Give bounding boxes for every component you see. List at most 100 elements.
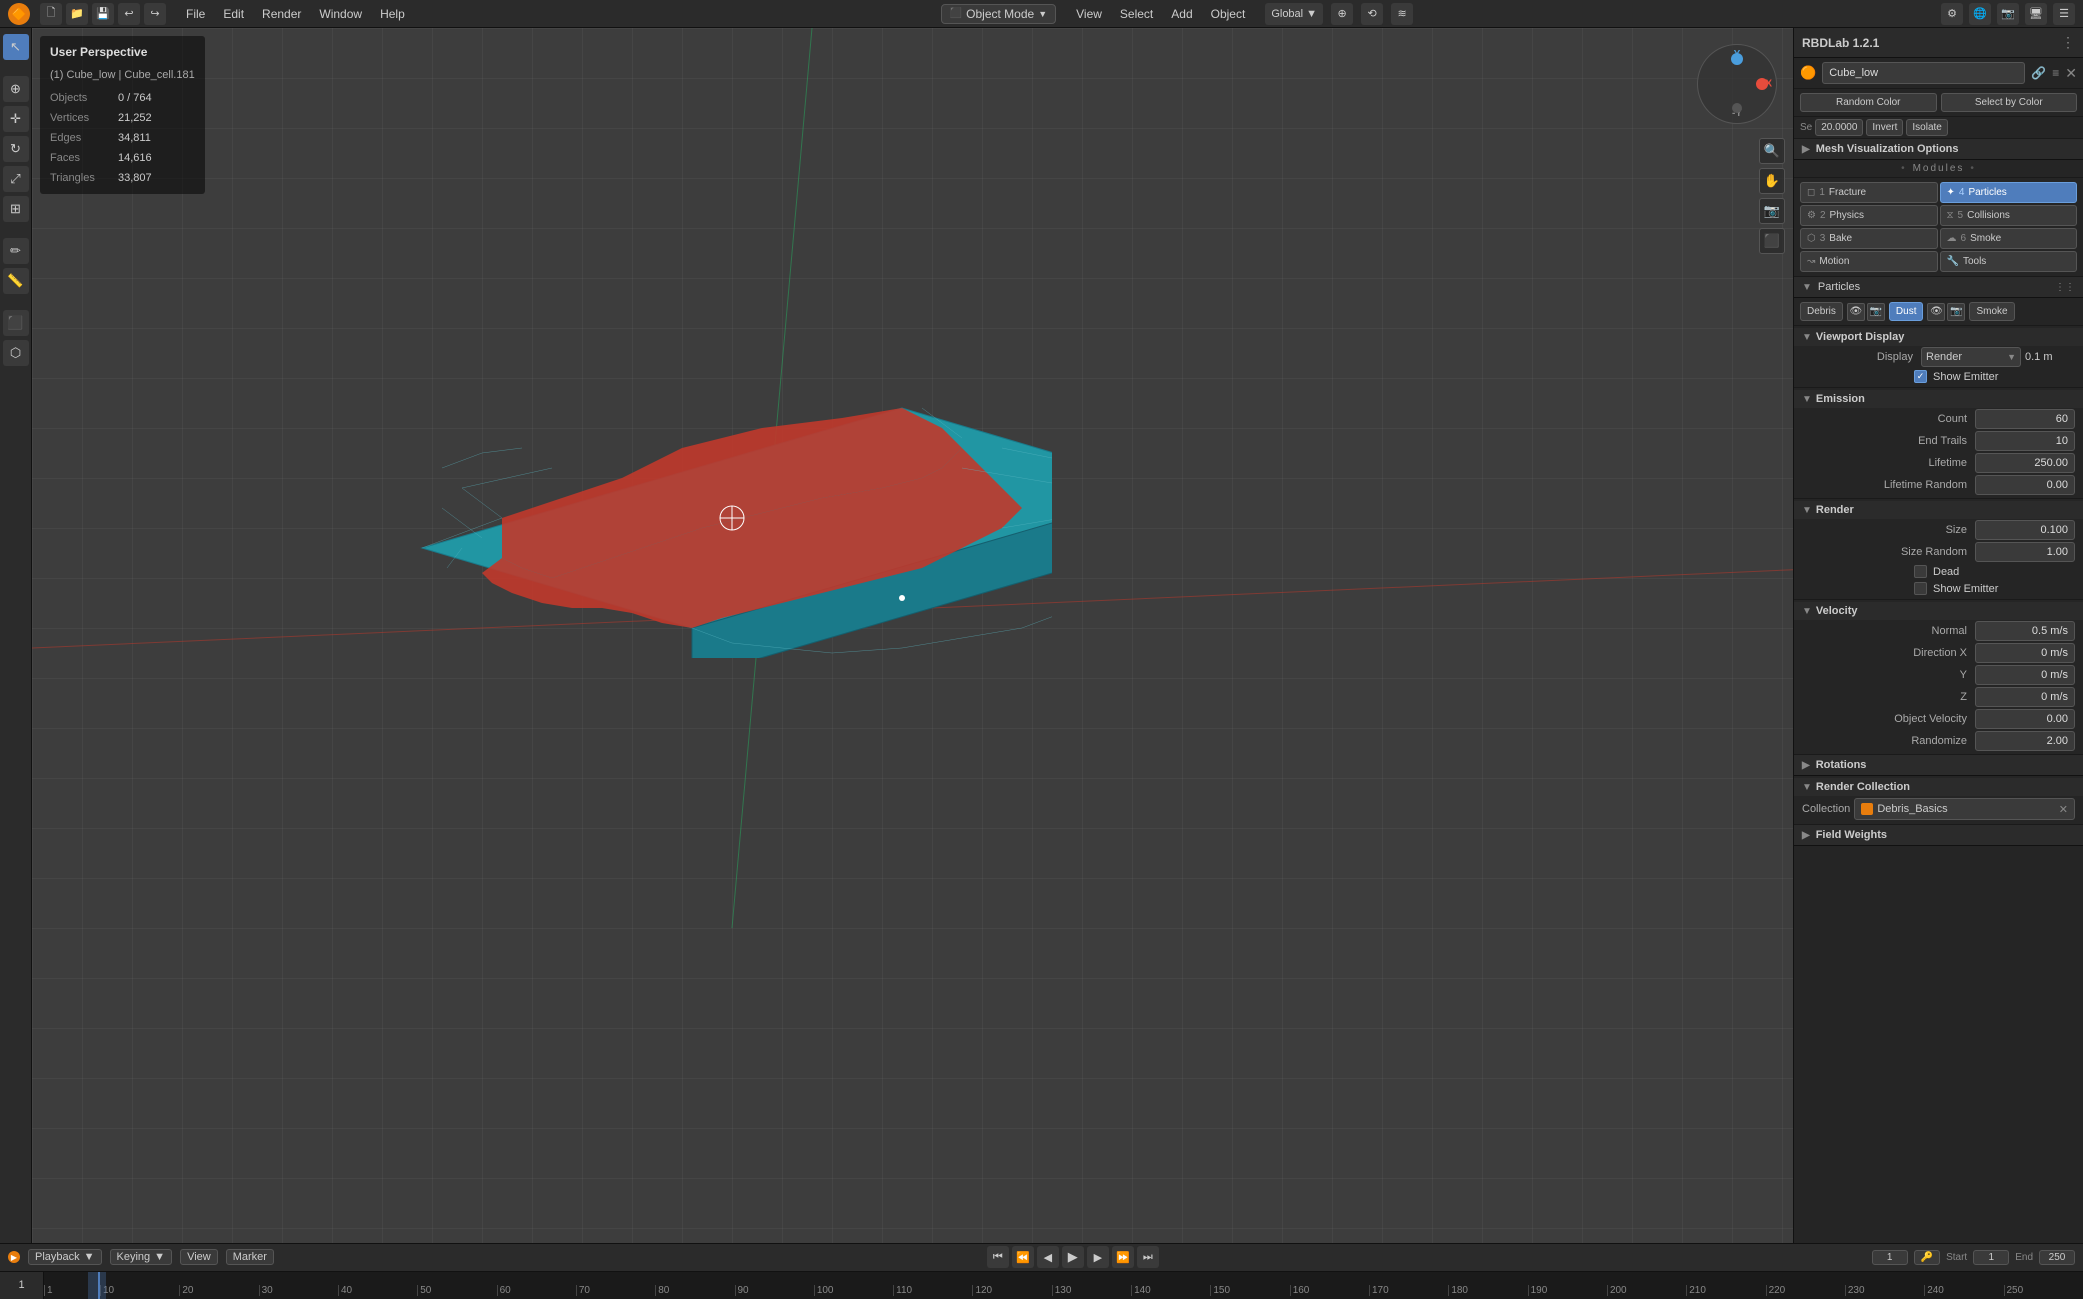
module-tools[interactable]: 🔧 Tools [1940, 251, 2078, 272]
options-icon[interactable]: ⚙ [1941, 3, 1963, 25]
frame-display[interactable]: 🔑 [1914, 1250, 1940, 1265]
menu-edit[interactable]: Edit [215, 5, 252, 23]
frame-current-input[interactable] [1872, 1250, 1908, 1265]
isolate-btn[interactable]: Isolate [1906, 119, 1947, 136]
object-mode-dropdown[interactable]: ⬛ Object Mode ▼ [941, 4, 1056, 24]
count-value[interactable]: 60 [1975, 409, 2075, 429]
open-icon[interactable]: 📁 [66, 3, 88, 25]
extra-tool[interactable]: ⬡ [3, 340, 29, 366]
save-icon[interactable]: 💾 [92, 3, 114, 25]
module-bake[interactable]: ⬡ 3 Bake [1800, 228, 1938, 249]
menu-window[interactable]: Window [311, 5, 370, 23]
debris-tab[interactable]: Debris [1800, 302, 1843, 321]
random-color-btn[interactable]: Random Color [1800, 93, 1937, 112]
new-icon[interactable]: 🗋 [40, 3, 62, 25]
end-trails-value[interactable]: 10 [1975, 431, 2075, 451]
viewport-menu-object[interactable]: Object [1203, 5, 1254, 23]
collection-value-field[interactable]: Debris_Basics ✕ [1854, 798, 2075, 820]
viewport[interactable]: User Perspective (1) Cube_low | Cube_cel… [32, 28, 1793, 1243]
obj-close-btn[interactable]: ✕ [2065, 65, 2077, 82]
play-btn[interactable]: ▶ [1062, 1246, 1084, 1268]
scene-icon[interactable]: 🌐 [1969, 3, 1991, 25]
size-random-value[interactable]: 1.00 [1975, 542, 2075, 562]
normal-value[interactable]: 0.5 m/s [1975, 621, 2075, 641]
output-icon[interactable]: 🖥 [2025, 3, 2047, 25]
render-header[interactable]: Render [1794, 501, 2083, 519]
invert-btn[interactable]: Invert [1866, 119, 1903, 136]
dust-render-icon[interactable]: 📷 [1947, 303, 1965, 321]
field-weights-section-header[interactable]: Field Weights [1794, 825, 2083, 846]
viewport-menu-add[interactable]: Add [1163, 5, 1200, 23]
display-dropdown[interactable]: Render ▼ [1921, 347, 2021, 367]
direction-z-value[interactable]: 0 m/s [1975, 687, 2075, 707]
mesh-vis-header[interactable]: Mesh Visualization Options [1794, 139, 2083, 160]
transform-global[interactable]: Global ▼ [1265, 3, 1323, 25]
debris-eye-icon[interactable]: 👁 [1847, 303, 1865, 321]
object-name-input[interactable] [1822, 62, 2025, 84]
marker-dropdown[interactable]: Marker [226, 1249, 274, 1265]
view-layer-icon[interactable]: ☰ [2053, 3, 2075, 25]
transform-icon1[interactable]: ⊕ [1331, 3, 1353, 25]
scene-view-icon[interactable]: ⬛ [1759, 228, 1785, 254]
direction-x-value[interactable]: 0 m/s [1975, 643, 2075, 663]
prev-frame-btn[interactable]: ⏪ [1012, 1246, 1034, 1268]
module-motion[interactable]: ↝ Motion [1800, 251, 1938, 272]
module-collisions[interactable]: ⧖ 5 Collisions [1940, 205, 2078, 226]
direction-y-value[interactable]: 0 m/s [1975, 665, 2075, 685]
link-icon[interactable]: 🔗 [2031, 66, 2046, 80]
menu-help[interactable]: Help [372, 5, 413, 23]
panel-options-icon[interactable]: ⋮ [2061, 34, 2075, 51]
next-keyframe-btn[interactable]: ▶ [1087, 1246, 1109, 1268]
module-fracture[interactable]: ◻ 1 Fracture [1800, 182, 1938, 203]
select-by-color-btn[interactable]: Select by Color [1941, 93, 2078, 112]
zoom-icon[interactable]: 🔍 [1759, 138, 1785, 164]
next-frame-btn[interactable]: ⏩ [1112, 1246, 1134, 1268]
viewport-display-header[interactable]: Viewport Display [1794, 328, 2083, 346]
se-value-field[interactable]: 20.0000 [1815, 119, 1863, 136]
transform-icon2[interactable]: ⟲ [1361, 3, 1383, 25]
dust-tab[interactable]: Dust [1889, 302, 1924, 321]
dust-eye-icon[interactable]: 👁 [1927, 303, 1945, 321]
jump-start-btn[interactable]: ⏮ [987, 1246, 1009, 1268]
lifetime-random-value[interactable]: 0.00 [1975, 475, 2075, 495]
prev-keyframe-btn[interactable]: ◀ [1037, 1246, 1059, 1268]
dead-checkbox[interactable] [1914, 565, 1927, 578]
measure-tool[interactable]: 📏 [3, 268, 29, 294]
rotations-section-header[interactable]: Rotations [1794, 755, 2083, 776]
playback-dropdown[interactable]: Playback ▼ [28, 1249, 102, 1265]
scale-tool[interactable]: ⤢ [3, 166, 29, 192]
render-collection-header[interactable]: Render Collection [1794, 778, 2083, 796]
camera-icon[interactable]: 📷 [1759, 198, 1785, 224]
render-icon[interactable]: 📷 [1997, 3, 2019, 25]
viewport-menu-view[interactable]: View [1068, 5, 1110, 23]
menu-render[interactable]: Render [254, 5, 309, 23]
render-show-emitter-checkbox[interactable] [1914, 582, 1927, 595]
rotate-tool[interactable]: ↻ [3, 136, 29, 162]
start-input[interactable] [1973, 1250, 2009, 1265]
nav-gizmo[interactable]: Y X -Y [1697, 44, 1777, 124]
smoke-tab[interactable]: Smoke [1969, 302, 2014, 321]
debris-render-icon[interactable]: 📷 [1867, 303, 1885, 321]
move-tool[interactable]: ✛ [3, 106, 29, 132]
cursor-tool[interactable]: ⊕ [3, 76, 29, 102]
undo-icon[interactable]: ↩ [118, 3, 140, 25]
velocity-header[interactable]: Velocity [1794, 602, 2083, 620]
module-physics[interactable]: ⚙ 2 Physics [1800, 205, 1938, 226]
current-frame-display[interactable]: 1 [0, 1272, 44, 1299]
timeline-ruler[interactable]: 1 10 20 30 40 50 60 70 80 90 100 110 120… [0, 1272, 2083, 1299]
browse-icon[interactable]: ≡ [2052, 66, 2059, 80]
select-tool[interactable]: ↖ [3, 34, 29, 60]
particles-section-header[interactable]: Particles ⋮⋮ [1794, 277, 2083, 298]
view-dropdown[interactable]: View [180, 1249, 218, 1265]
annotate-tool[interactable]: ✏ [3, 238, 29, 264]
particles-options[interactable]: ⋮⋮ [2055, 282, 2075, 293]
hand-icon[interactable]: ✋ [1759, 168, 1785, 194]
module-particles[interactable]: ✦ 4 Particles [1940, 182, 2078, 203]
add-cube-tool[interactable]: ⬛ [3, 310, 29, 336]
emission-header[interactable]: Emission [1794, 390, 2083, 408]
keying-dropdown[interactable]: Keying ▼ [110, 1249, 173, 1265]
randomize-value[interactable]: 2.00 [1975, 731, 2075, 751]
object-velocity-value[interactable]: 0.00 [1975, 709, 2075, 729]
transform-tool[interactable]: ⊞ [3, 196, 29, 222]
transform-icon3[interactable]: ≋ [1391, 3, 1413, 25]
